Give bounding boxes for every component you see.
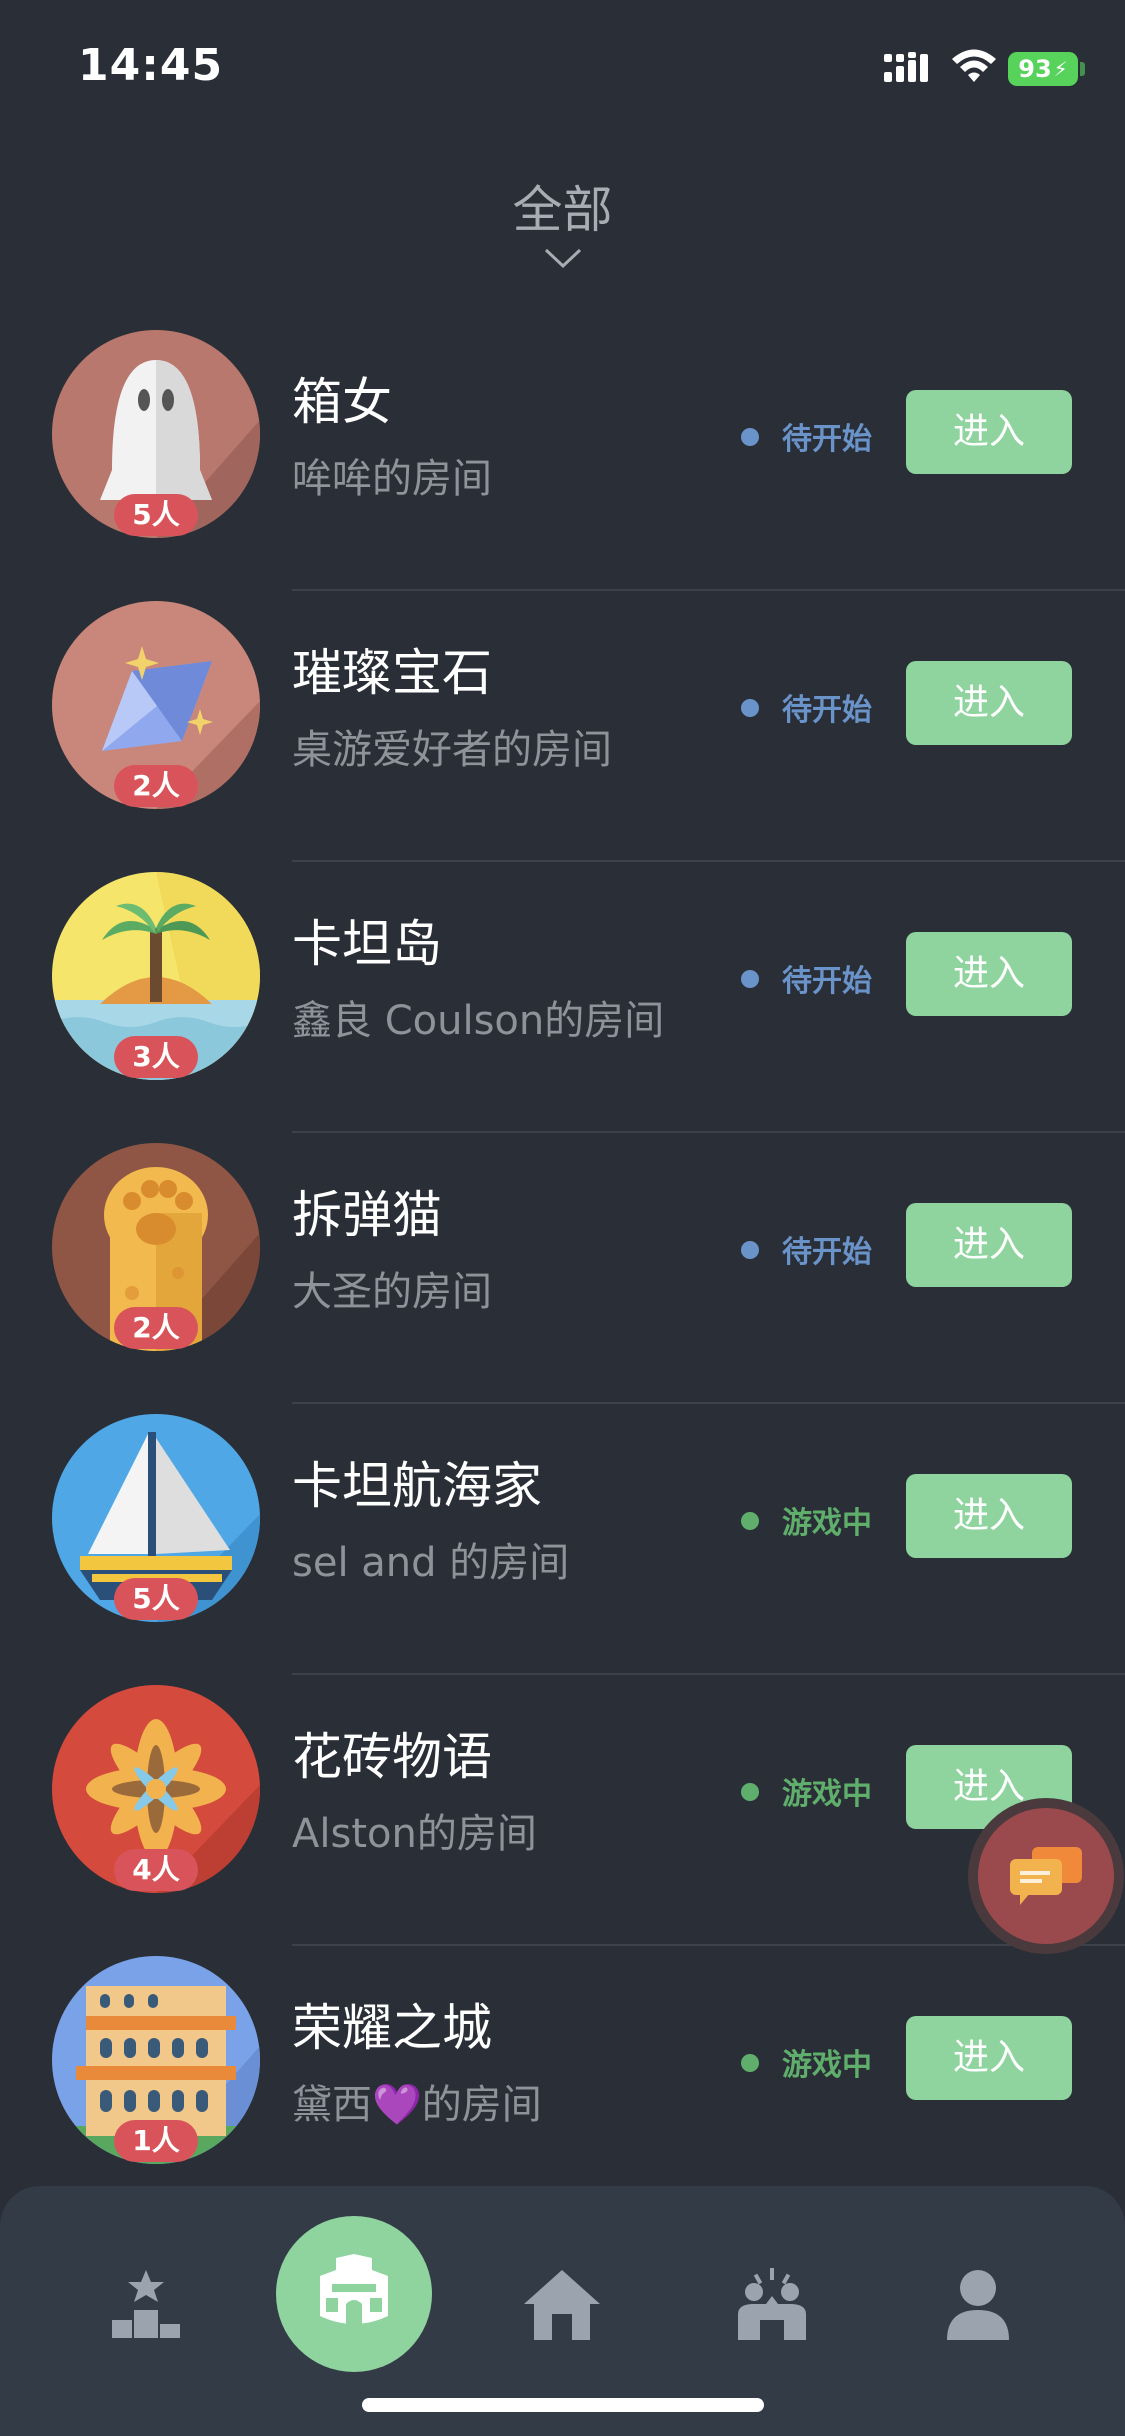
player-count-badge: 5人 (114, 1578, 198, 1620)
room-status: 待开始 (782, 964, 872, 999)
room-host: 大圣的房间 (292, 1269, 492, 1315)
filter-label: 全部 (512, 181, 613, 239)
player-count-badge: 2人 (114, 765, 198, 807)
room-status: 待开始 (782, 422, 872, 457)
enter-room-button[interactable]: 进入 (906, 932, 1072, 1016)
room-name: 花砖物语 (292, 1728, 492, 1786)
enter-room-button[interactable]: 进入 (906, 661, 1072, 745)
status-dot (741, 699, 759, 717)
status-dot (741, 1783, 759, 1801)
tab-friends[interactable] (724, 2256, 820, 2352)
status-time: 14:45 (78, 40, 224, 91)
room-status: 待开始 (782, 693, 872, 728)
room-host: 黛西💜的房间 (292, 2082, 542, 2128)
room-filter-dropdown[interactable]: 全部 (0, 170, 1125, 269)
battery-cap (1080, 62, 1085, 76)
status-dot (741, 428, 759, 446)
profile-icon (947, 2270, 1009, 2340)
home-icon (524, 2270, 600, 2340)
arena-icon (320, 2254, 388, 2324)
battery-indicator: 93 ⚡ (1008, 52, 1078, 86)
room-item[interactable]: 5人 箱女 哞哞的房间 待开始 进入 (0, 320, 1125, 591)
room-item[interactable]: 2人 拆弹猫 大圣的房间 待开始 进入 (0, 1133, 1125, 1404)
room-host: 鑫良 Coulson的房间 (292, 998, 665, 1044)
room-host: sel and 的房间 (292, 1540, 570, 1586)
room-host: Alston的房间 (292, 1811, 537, 1857)
room-item[interactable]: 3人 卡坦岛 鑫良 Coulson的房间 待开始 进入 (0, 862, 1125, 1133)
wifi-icon (952, 49, 996, 82)
room-item[interactable]: 5人 卡坦航海家 sel and 的房间 游戏中 进入 (0, 1404, 1125, 1675)
room-status: 待开始 (782, 1235, 872, 1270)
status-dot (741, 1241, 759, 1259)
status-bar: 14:45 93 ⚡ (0, 0, 1125, 140)
tab-home[interactable] (514, 2256, 610, 2352)
room-status: 游戏中 (782, 1506, 872, 1541)
player-count-badge: 5人 (114, 494, 198, 536)
tab-leaderboard[interactable] (98, 2256, 194, 2352)
room-name: 卡坦航海家 (292, 1457, 542, 1515)
chat-button[interactable] (978, 1808, 1114, 1944)
player-count-badge: 3人 (114, 1036, 198, 1078)
room-name: 拆弹猫 (292, 1186, 442, 1244)
room-name: 卡坦岛 (292, 915, 442, 973)
charging-icon: ⚡ (1053, 57, 1068, 81)
status-dot (741, 2054, 759, 2072)
room-host: 桌游爱好者的房间 (292, 727, 612, 773)
friends-icon (738, 2268, 806, 2340)
room-name: 箱女 (292, 373, 392, 431)
room-name: 荣耀之城 (292, 1999, 492, 2057)
room-host: 哞哞的房间 (292, 456, 492, 502)
room-name: 璀璨宝石 (292, 644, 492, 702)
enter-room-button[interactable]: 进入 (906, 390, 1072, 474)
player-count-badge: 2人 (114, 1307, 198, 1349)
room-item[interactable]: 2人 璀璨宝石 桌游爱好者的房间 待开始 进入 (0, 591, 1125, 862)
player-count-badge: 1人 (114, 2120, 198, 2162)
room-item[interactable]: 4人 花砖物语 Alston的房间 游戏中 进入 (0, 1675, 1125, 1946)
cellular-signal-icon (884, 52, 928, 82)
tab-arena[interactable] (276, 2216, 432, 2372)
room-status: 游戏中 (782, 1777, 872, 1812)
battery-level: 93 (1018, 55, 1052, 83)
player-count-badge: 4人 (114, 1849, 198, 1891)
tab-profile[interactable] (930, 2256, 1026, 2352)
leaderboard-icon (112, 2270, 180, 2338)
enter-room-button[interactable]: 进入 (906, 2016, 1072, 2100)
room-item[interactable]: 1人 荣耀之城 黛西💜的房间 游戏中 进入 (0, 1946, 1125, 2217)
enter-room-button[interactable]: 进入 (906, 1203, 1072, 1287)
room-status: 游戏中 (782, 2048, 872, 2083)
chevron-down-icon (544, 248, 582, 269)
enter-room-button[interactable]: 进入 (906, 1474, 1072, 1558)
chat-bubbles-icon (1010, 1847, 1082, 1905)
status-dot (741, 970, 759, 988)
status-dot (741, 1512, 759, 1530)
home-indicator (362, 2398, 764, 2412)
